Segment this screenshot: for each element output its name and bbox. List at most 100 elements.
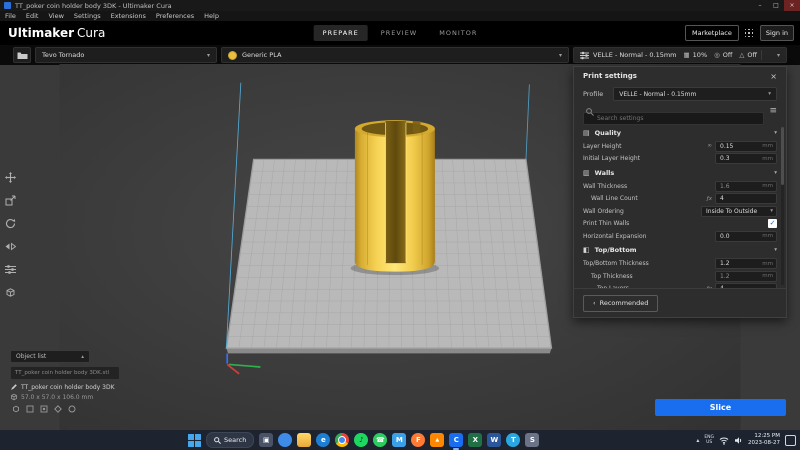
wall-ordering-dropdown[interactable]: Inside To Outside ▾ xyxy=(701,205,777,217)
menu-view[interactable]: View xyxy=(43,12,68,20)
profile-dropdown[interactable]: VELLE - Normal - 0.15mm ▾ xyxy=(613,87,777,101)
notifications-icon[interactable] xyxy=(785,434,796,446)
print-thin-walls-checkbox[interactable]: ✓ xyxy=(768,219,777,229)
file-explorer-icon[interactable] xyxy=(297,433,312,447)
widgets-icon[interactable] xyxy=(278,433,293,447)
wall-line-count-input[interactable]: 4 xyxy=(715,193,777,205)
category-top-bottom[interactable]: ◧ Top/Bottom ▾ xyxy=(583,243,777,258)
clock[interactable]: 12:25 PM 2023-08-27 xyxy=(748,433,780,447)
open-file-button[interactable] xyxy=(13,47,31,63)
mirror-tool-button[interactable] xyxy=(3,239,17,253)
close-icon[interactable]: × xyxy=(770,72,777,81)
per-model-settings-button[interactable] xyxy=(3,262,17,276)
layer-height-input[interactable]: 0.15 mm xyxy=(715,140,777,152)
menu-preferences[interactable]: Preferences xyxy=(151,12,199,20)
category-quality[interactable]: ▤ Quality ▾ xyxy=(583,125,777,140)
word-icon[interactable]: W xyxy=(487,433,502,447)
search-icon xyxy=(214,436,221,444)
rotate-tool-button[interactable] xyxy=(3,216,17,230)
setting-row: Top Thickness 1.2 mm xyxy=(583,270,777,283)
adhesion-icon: ◎ xyxy=(714,51,720,59)
excel-icon[interactable]: X xyxy=(468,433,483,447)
search-icon xyxy=(586,108,594,116)
initial-layer-height-input[interactable]: 0.3 mm xyxy=(715,153,777,165)
window-title: TT_poker coin holder body 3DK - Ultimake… xyxy=(15,1,172,10)
volume-icon[interactable] xyxy=(734,436,743,445)
object-list-toggle[interactable]: Object list ▴ xyxy=(10,350,90,363)
edit-pencil-icon[interactable] xyxy=(10,383,18,391)
maximize-button[interactable]: □ xyxy=(768,0,784,11)
setting-row: Top/Bottom Thickness 1.2 mm xyxy=(583,258,777,271)
object-tool-icon[interactable] xyxy=(66,403,77,414)
print-setup-selector[interactable]: VELLE - Normal - 0.15mm ▦ 10% ◎ Off △ Of… xyxy=(573,47,787,63)
minimize-button[interactable]: – xyxy=(752,0,768,11)
sign-in-button[interactable]: Sign in xyxy=(759,25,794,41)
object-tool-icon[interactable] xyxy=(38,403,49,414)
support-value: Off xyxy=(747,51,758,59)
support-blocker-button[interactable] xyxy=(3,285,17,299)
cura-window: TT_poker coin holder body 3DK - Ultimake… xyxy=(0,0,800,450)
close-button[interactable]: × xyxy=(784,0,800,11)
brand-logo: Ultimaker Cura xyxy=(8,26,106,40)
printer-name: Tevo Tornado xyxy=(42,51,85,59)
edge-icon[interactable]: e xyxy=(316,433,331,447)
recommended-mode-button[interactable]: ‹ Recommended xyxy=(583,294,659,312)
apps-grid-icon[interactable] xyxy=(744,28,754,38)
horizontal-expansion-input[interactable]: 0.0 mm xyxy=(715,230,777,242)
object-tool-icon[interactable] xyxy=(52,403,63,414)
setup-profile-summary: VELLE - Normal - 0.15mm xyxy=(593,51,677,59)
tab-prepare[interactable]: PREPARE xyxy=(313,25,368,41)
menu-file[interactable]: File xyxy=(0,12,21,20)
tab-monitor[interactable]: MONITOR xyxy=(430,25,486,41)
scale-tool-button[interactable] xyxy=(3,193,17,207)
material-selector[interactable]: Generic PLA ▾ xyxy=(221,47,569,63)
setting-row: Wall Line Count ƒx 4 xyxy=(583,193,777,206)
category-walls[interactable]: ▥ Walls ▾ xyxy=(583,165,777,180)
whatsapp-icon[interactable]: ☎ xyxy=(373,433,388,447)
chrome-icon[interactable] xyxy=(335,433,350,447)
chevron-down-icon: ▾ xyxy=(768,91,771,97)
top-bottom-icon: ◧ xyxy=(583,246,590,254)
slice-button[interactable]: Slice xyxy=(655,399,786,416)
hidden-icons-caret[interactable]: ▴ xyxy=(696,437,699,444)
spotify-icon[interactable]: ♪ xyxy=(354,433,369,447)
wifi-icon[interactable] xyxy=(719,436,729,445)
telegram-icon[interactable]: T xyxy=(506,433,521,447)
setting-row: Wall Thickness 1.6 mm xyxy=(583,180,777,193)
language-indicator[interactable]: ENG US xyxy=(704,435,714,446)
top-bottom-thickness-input[interactable]: 1.2 mm xyxy=(715,258,777,270)
mail-icon[interactable]: M xyxy=(392,433,407,447)
top-thickness-input[interactable]: 1.2 mm xyxy=(715,270,777,282)
firefox-icon[interactable]: F xyxy=(411,433,426,447)
model-coin-holder[interactable] xyxy=(350,120,440,276)
adhesion-value: Off xyxy=(722,51,733,59)
task-view-icon[interactable]: ▣ xyxy=(259,433,274,447)
cube-icon xyxy=(11,393,17,401)
printer-selector[interactable]: Tevo Tornado ▾ xyxy=(35,47,217,63)
settings-app-icon[interactable]: S xyxy=(525,433,540,447)
tab-preview[interactable]: PREVIEW xyxy=(372,25,426,41)
setting-row: Print Thin Walls ✓ xyxy=(583,219,777,229)
object-tool-icon[interactable] xyxy=(24,403,35,414)
start-button[interactable] xyxy=(188,433,201,447)
vlc-icon[interactable]: ▲ xyxy=(430,433,445,447)
menu-help[interactable]: Help xyxy=(199,12,224,20)
material-name: Generic PLA xyxy=(242,51,282,59)
object-list-item[interactable]: TT_poker coin holder body 3DK.stl xyxy=(10,366,120,380)
model-name-row: TT_poker coin holder body 3DK xyxy=(10,383,115,391)
cura-taskbar-icon[interactable]: C xyxy=(449,433,464,447)
menu-settings[interactable]: Settings xyxy=(69,12,106,20)
running-indicator xyxy=(453,448,460,450)
object-tool-icon[interactable] xyxy=(10,403,21,414)
menubar: File Edit View Settings Extensions Prefe… xyxy=(0,11,800,21)
cura-app-icon xyxy=(4,2,11,9)
move-tool-button[interactable] xyxy=(3,170,17,184)
titlebar: TT_poker coin holder body 3DK - Ultimake… xyxy=(0,0,800,11)
settings-menu-icon[interactable]: ≡ xyxy=(769,107,777,116)
menu-extensions[interactable]: Extensions xyxy=(106,12,151,20)
marketplace-button[interactable]: Marketplace xyxy=(684,25,739,41)
taskbar-search[interactable]: Search xyxy=(206,432,255,448)
wall-thickness-input[interactable]: 1.6 mm xyxy=(715,180,777,192)
settings-scrollbar[interactable] xyxy=(781,127,784,285)
menu-edit[interactable]: Edit xyxy=(21,12,44,20)
